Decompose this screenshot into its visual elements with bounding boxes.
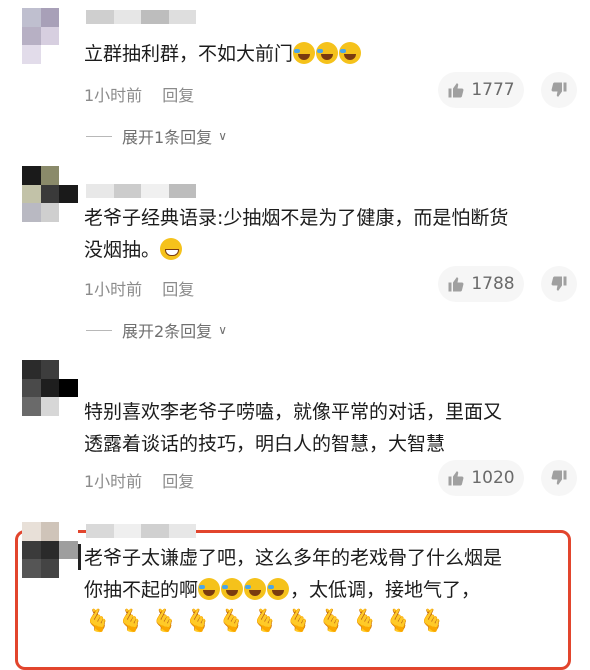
finger-heart-emoji: 🫰 <box>150 609 179 634</box>
username[interactable] <box>86 524 196 538</box>
like-count: 1777 <box>471 80 515 100</box>
grin-emoji <box>160 238 183 260</box>
dislike-button[interactable] <box>541 266 577 302</box>
finger-heart-emoji: 🫰 <box>317 609 346 634</box>
username[interactable] <box>86 10 196 24</box>
thumb-up-icon <box>448 277 464 292</box>
username[interactable] <box>86 184 196 198</box>
finger-heart-row: 🫰 🫰 🫰 🫰 🫰 🫰 🫰 🫰 🫰 🫰 🫰 <box>84 609 451 634</box>
comment-meta: 1小时前 回复 <box>84 468 194 492</box>
thumb-up-icon <box>448 83 464 98</box>
laugh-cry-emoji <box>316 42 339 64</box>
avatar[interactable] <box>22 360 78 416</box>
reply-button[interactable]: 回复 <box>162 280 194 299</box>
comment-text: 特别喜欢李老爷子唠嗑，就像平常的对话，里面又 透露着谈话的技巧，明白人的智慧，大… <box>84 401 503 455</box>
comment-time: 1小时前 <box>84 472 143 491</box>
like-button[interactable]: 1020 <box>438 460 524 496</box>
finger-heart-emoji: 🫰 <box>418 609 446 634</box>
finger-heart-emoji: 🫰 <box>351 609 379 634</box>
thumb-down-icon <box>551 82 567 97</box>
laugh-cry-emoji <box>244 578 267 600</box>
finger-heart-emoji: 🫰 <box>217 609 246 634</box>
finger-heart-emoji: 🫰 <box>251 609 279 634</box>
thumb-down-icon <box>551 470 567 485</box>
comment-time: 1小时前 <box>84 280 143 299</box>
comment-meta: 1小时前 回复 <box>84 82 194 106</box>
finger-heart-emoji: 🫰 <box>384 609 413 634</box>
thumb-down-icon <box>551 276 567 291</box>
like-button[interactable]: 1788 <box>438 266 524 302</box>
thumb-up-icon <box>448 471 464 486</box>
avatar[interactable] <box>22 166 78 222</box>
finger-heart-emoji: 🫰 <box>84 609 112 634</box>
finger-heart-emoji: 🫰 <box>184 609 212 634</box>
avatar[interactable] <box>22 522 78 578</box>
laugh-cry-emoji <box>267 578 290 600</box>
dislike-button[interactable] <box>541 72 577 108</box>
expand-replies[interactable]: 展开1条回复 ∨ <box>86 124 227 148</box>
laugh-cry-emoji <box>198 578 221 600</box>
dislike-button[interactable] <box>541 460 577 496</box>
laugh-cry-emoji <box>339 42 362 64</box>
finger-heart-emoji: 🫰 <box>284 609 312 634</box>
chevron-down-icon: ∨ <box>218 129 227 143</box>
like-count: 1788 <box>471 274 515 294</box>
reply-button[interactable]: 回复 <box>162 472 194 491</box>
finger-heart-emoji: 🫰 <box>117 609 145 634</box>
like-button[interactable]: 1777 <box>438 72 524 108</box>
reply-button[interactable]: 回复 <box>162 86 194 105</box>
chevron-down-icon: ∨ <box>218 323 227 337</box>
expand-replies[interactable]: 展开2条回复 ∨ <box>86 318 227 342</box>
comment-text: 老爷子经典语录:少抽烟不是为了健康，而是怕断货 没烟抽。 <box>84 207 509 261</box>
laugh-cry-emoji <box>293 42 316 64</box>
text-cursor <box>78 544 81 570</box>
comment-text: 立群抽利群，不如大前门 <box>84 38 560 70</box>
avatar[interactable] <box>22 8 78 64</box>
laugh-cry-emoji <box>221 578 244 600</box>
like-count: 1020 <box>471 468 515 488</box>
comment-text: 老爷子太谦虚了吧，这么多年的老戏骨了什么烟是 你抽不起的啊 ，太低调，接地气了， … <box>84 542 560 638</box>
comment-time: 1小时前 <box>84 86 143 105</box>
comment-meta: 1小时前 回复 <box>84 276 194 300</box>
